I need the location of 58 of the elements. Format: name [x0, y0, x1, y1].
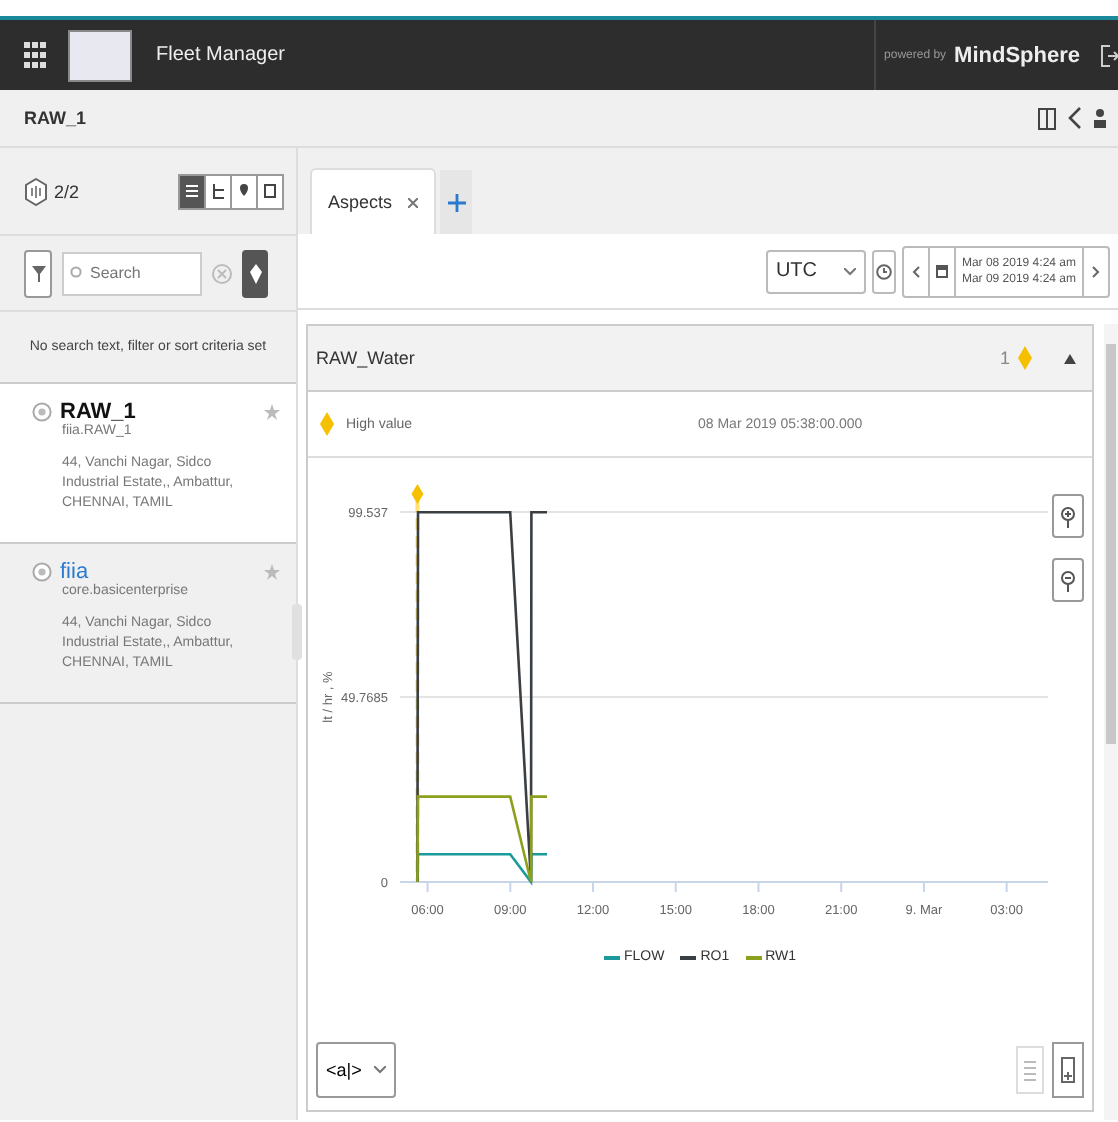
- search-field[interactable]: Search: [62, 251, 202, 295]
- view-toggle[interactable]: [256, 173, 284, 209]
- asset-breadcrumb: RAW_1: [24, 108, 89, 128]
- variable-selector[interactable]: <a|>: [316, 1042, 396, 1098]
- zoom-in-button[interactable]: [1052, 494, 1084, 538]
- asset-name: RAW_1: [60, 400, 136, 424]
- map-pin-icon: [236, 182, 252, 200]
- resize-handle[interactable]: [292, 604, 302, 660]
- calendar-icon[interactable]: [935, 264, 948, 278]
- asset-name: fiia: [60, 560, 89, 584]
- split-view-icon[interactable]: [1038, 107, 1056, 129]
- zoom-out-icon: [1060, 569, 1076, 591]
- lines-icon: [1024, 1058, 1036, 1082]
- alarm-diamond-icon: [320, 412, 334, 436]
- document-plus-icon: [1060, 1056, 1076, 1084]
- funnel-icon: [31, 263, 45, 283]
- app-title: Fleet Manager: [156, 44, 285, 66]
- timezone-dropdown[interactable]: UTC: [765, 249, 866, 293]
- zoom-out-button[interactable]: [1052, 558, 1084, 602]
- filter-button[interactable]: [24, 249, 52, 297]
- aspect-title: RAW_Water: [316, 348, 417, 368]
- asset-hexagon-icon: [24, 177, 48, 205]
- alarm-diamond-icon: [411, 484, 424, 504]
- caret-down-icon: [373, 1066, 386, 1074]
- pin-button[interactable]: [242, 249, 268, 297]
- clock-icon: [875, 263, 892, 279]
- export-button[interactable]: [1052, 1042, 1084, 1098]
- aspects-tab[interactable]: Aspects: [310, 168, 437, 234]
- time-button[interactable]: [871, 249, 896, 293]
- chevron-right-icon: [1092, 265, 1100, 277]
- user-icon[interactable]: [1094, 108, 1106, 128]
- list-icon: [184, 182, 200, 200]
- chevron-left-icon: [911, 265, 920, 277]
- view-toggle[interactable]: [204, 173, 232, 209]
- alarm-diamond-icon: [1018, 346, 1032, 370]
- logout-icon[interactable]: [1100, 43, 1118, 67]
- asset-count: 2/2: [54, 181, 82, 201]
- tile-icon: [262, 182, 278, 200]
- star-icon[interactable]: [264, 404, 280, 420]
- star-icon[interactable]: [264, 564, 280, 580]
- add-tab-button[interactable]: [440, 170, 473, 234]
- view-toggle[interactable]: [178, 173, 206, 209]
- brand-name: MindSphere: [954, 43, 1080, 67]
- plus-icon: [447, 193, 466, 211]
- tree-icon: [210, 182, 226, 200]
- collapse-caret-icon[interactable]: [1064, 353, 1076, 363]
- asset-icon: [32, 402, 52, 422]
- close-icon[interactable]: [408, 197, 419, 207]
- scrollbar[interactable]: [1104, 324, 1118, 1120]
- apps-grid-icon[interactable]: [23, 42, 45, 68]
- pin-icon: [249, 263, 261, 283]
- zoom-in-icon: [1060, 505, 1076, 527]
- caret-down-icon: [843, 267, 856, 275]
- company-logo: [68, 29, 132, 81]
- search-icon: [70, 265, 84, 279]
- alarm-count: 1: [999, 348, 1010, 368]
- asset-icon: [32, 562, 52, 582]
- view-toggle[interactable]: [230, 173, 258, 209]
